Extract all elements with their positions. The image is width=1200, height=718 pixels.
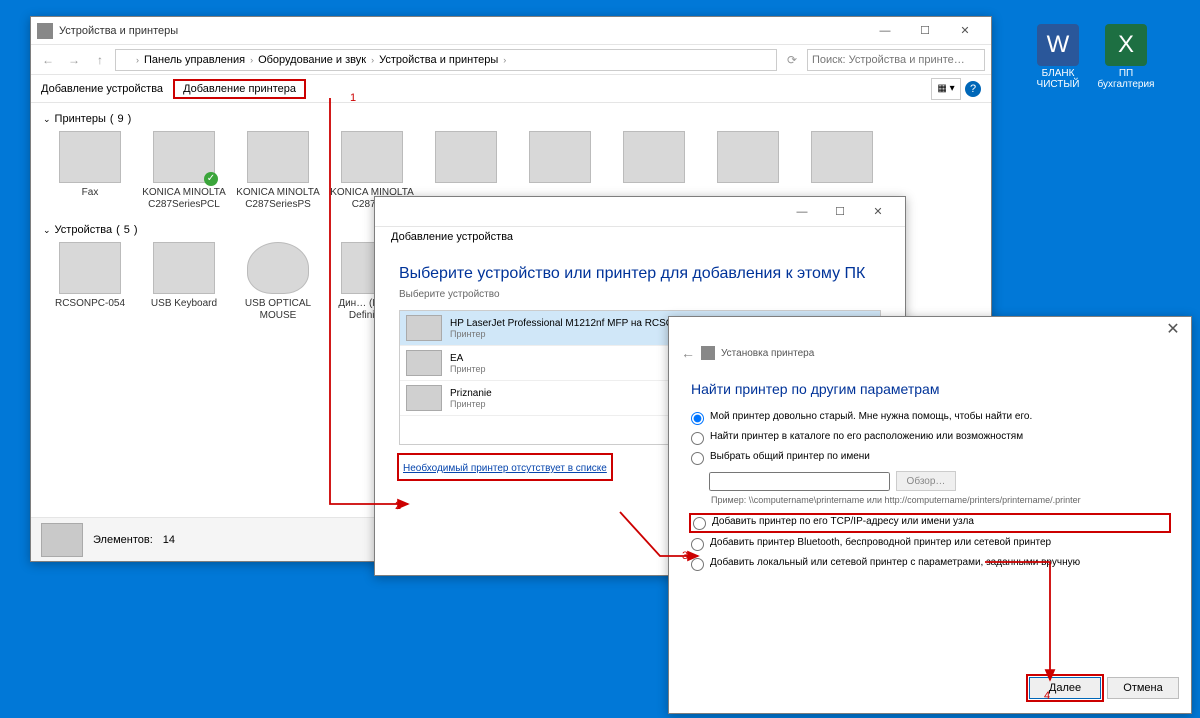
add-printer-button[interactable]: Добавление принтера (173, 79, 306, 99)
annotation-1: 1 (350, 92, 356, 104)
printer-icon (529, 131, 591, 183)
desktop-icon-label: ПП бухгалтерия (1098, 68, 1155, 90)
titlebar: Устройства и принтеры — ☐ ✕ (31, 17, 991, 45)
group-header-printers[interactable]: ⌄ Принтеры (9) (43, 113, 979, 125)
printer-icon (811, 131, 873, 183)
breadcrumb[interactable]: › Панель управления› Оборудование и звук… (115, 49, 777, 71)
dialog-sub: Выберите устройство (399, 289, 881, 300)
window-icon (37, 23, 53, 39)
printer-icon (701, 346, 715, 360)
device-item[interactable]: RCSONPC-054 (47, 242, 133, 321)
printer-icon (406, 385, 442, 411)
add-device-button[interactable]: Добавление устройства (31, 79, 173, 99)
close-button[interactable]: ✕ (1155, 317, 1191, 341)
next-button[interactable]: Далее (1029, 677, 1101, 699)
annotation-2: 2 (395, 500, 401, 512)
word-icon: W (1037, 24, 1079, 66)
status-count: 14 (163, 534, 175, 546)
window-title: Устройства и принтеры (59, 25, 178, 37)
device-item[interactable]: KONICA MINOLTA C287SeriesPS (235, 131, 321, 210)
dialog-heading: Найти принтер по другим параметрам (691, 381, 1169, 397)
chevron-down-icon: ⌄ (43, 225, 51, 236)
dialog-heading: Выберите устройство или принтер для доба… (399, 265, 881, 283)
printer-icon (247, 131, 309, 183)
radio-local[interactable]: Добавить локальный или сетевой принтер с… (691, 557, 1169, 571)
device-item[interactable]: ✓KONICA MINOLTA C287SeriesPCL (141, 131, 227, 210)
check-icon: ✓ (204, 172, 218, 186)
nav-fwd-button[interactable]: → (63, 49, 85, 71)
example-text: Пример: \\computername\printername или h… (711, 495, 1169, 507)
desktop-icon-excel[interactable]: X ПП бухгалтерия (1096, 24, 1156, 90)
radio-directory[interactable]: Найти принтер в каталоге по его располож… (691, 431, 1169, 445)
address-bar: ← → ↑ › Панель управления› Оборудование … (31, 45, 991, 75)
printer-not-listed-link[interactable]: Необходимый принтер отсутствует в списке (399, 455, 611, 479)
crumb-seg[interactable]: Панель управления (141, 54, 248, 66)
chevron-down-icon: ⌄ (43, 114, 51, 125)
minimize-button[interactable]: — (783, 199, 821, 225)
desktop-icon-word[interactable]: W БЛАНК ЧИСТЫЙ (1028, 24, 1088, 90)
shared-name-input[interactable] (709, 472, 890, 491)
toolbar: Добавление устройства Добавление принтер… (31, 75, 991, 103)
keyboard-icon (153, 242, 215, 294)
status-label: Элементов: (93, 534, 153, 546)
annotation-4: 4 (1044, 690, 1050, 702)
refresh-button[interactable]: ⟳ (781, 49, 803, 71)
radio-shared[interactable]: Выбрать общий принтер по имени (691, 451, 1169, 465)
printer-icon (717, 131, 779, 183)
crumb-seg[interactable]: Оборудование и звук (255, 54, 369, 66)
device-item[interactable]: USB Keyboard (141, 242, 227, 321)
close-button[interactable]: ✕ (859, 199, 897, 225)
radio-old-printer[interactable]: Мой принтер довольно старый. Мне нужна п… (691, 411, 1169, 425)
maximize-button[interactable]: ☐ (905, 19, 945, 43)
excel-icon: X (1105, 24, 1147, 66)
printer-icon: ✓ (153, 131, 215, 183)
printer-icon (341, 131, 403, 183)
annotation-3: 3 (682, 550, 688, 562)
radio-tcpip[interactable]: Добавить принтер по его TCP/IP-адресу ил… (691, 515, 1169, 531)
minimize-button[interactable]: — (865, 19, 905, 43)
view-button[interactable]: ▦ ▾ (931, 78, 961, 100)
desktop-icon-label: БЛАНК ЧИСТЫЙ (1037, 68, 1080, 90)
mouse-icon (247, 242, 309, 294)
crumb-title: Установка принтера (721, 348, 814, 359)
device-item[interactable]: Fax (47, 131, 133, 210)
nav-up-button[interactable]: ↑ (89, 49, 111, 71)
printer-icon (406, 315, 442, 341)
close-button[interactable]: ✕ (945, 19, 985, 43)
back-button[interactable]: ← (681, 345, 695, 361)
printer-icon (406, 350, 442, 376)
crumb-seg[interactable]: Устройства и принтеры (376, 54, 501, 66)
pc-icon (59, 242, 121, 294)
search-input[interactable] (807, 49, 985, 71)
device-item[interactable]: USB OPTICAL MOUSE (235, 242, 321, 321)
cancel-button[interactable]: Отмена (1107, 677, 1179, 699)
find-printer-dialog: ✕ ← Установка принтера Найти принтер по … (668, 316, 1192, 714)
status-icon (41, 523, 83, 557)
radio-bluetooth[interactable]: Добавить принтер Bluetooth, беспроводной… (691, 537, 1169, 551)
maximize-button[interactable]: ☐ (821, 199, 859, 225)
printer-icon (435, 131, 497, 183)
printer-icon (623, 131, 685, 183)
help-button[interactable]: ? (965, 81, 981, 97)
fax-icon (59, 131, 121, 183)
dialog-title: Добавление устройства (391, 231, 513, 243)
nav-back-button[interactable]: ← (37, 49, 59, 71)
browse-button[interactable]: Обзор… (896, 471, 956, 491)
path-icon (120, 53, 134, 67)
